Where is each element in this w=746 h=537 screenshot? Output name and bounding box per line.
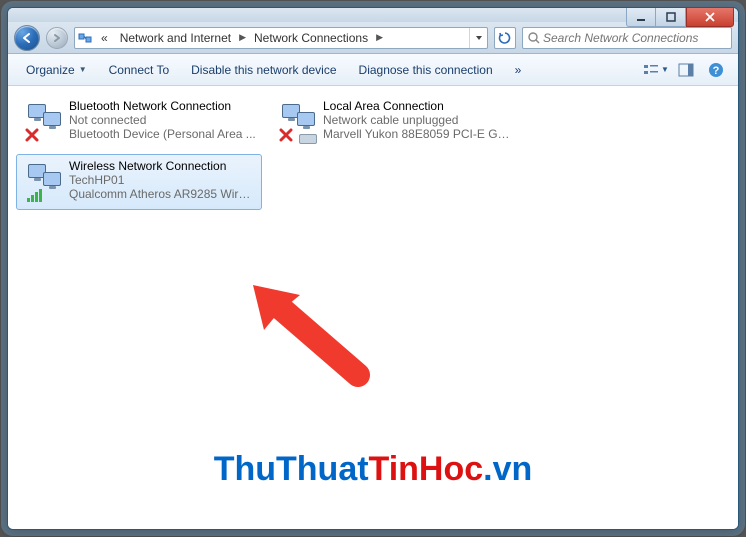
watermark-part1: ThuThuat [214, 450, 369, 488]
view-options-button[interactable]: ▼ [642, 58, 670, 82]
command-bar: Organize ▼ Connect To Disable this netwo… [8, 54, 738, 86]
back-button[interactable] [14, 25, 40, 51]
chevron-down-icon: ▼ [661, 65, 669, 74]
organize-menu[interactable]: Organize ▼ [16, 59, 97, 81]
forward-button[interactable] [46, 27, 68, 49]
connection-status: TechHP01 [69, 173, 257, 187]
network-adapter-icon [21, 159, 69, 205]
disable-device-button[interactable]: Disable this network device [181, 59, 346, 81]
overflow-menu[interactable]: » [505, 59, 532, 81]
connection-device: Marvell Yukon 88E8059 PCI-E Gig... [323, 127, 511, 141]
search-icon [527, 31, 541, 45]
minimize-button[interactable] [626, 7, 656, 27]
search-box[interactable] [522, 27, 732, 49]
cable-icon [299, 134, 317, 144]
connection-name: Bluetooth Network Connection [69, 99, 257, 113]
content-area[interactable]: Bluetooth Network ConnectionNot connecte… [8, 86, 738, 529]
connection-device: Qualcomm Atheros AR9285 Wirel... [69, 187, 257, 201]
search-input[interactable] [541, 30, 727, 46]
close-button[interactable] [686, 7, 734, 27]
chevron-right-icon: ▶ [374, 32, 385, 43]
unplugged-overlay-icon [279, 128, 293, 142]
explorer-window: « Network and Internet ▶ Network Connect… [7, 7, 739, 530]
organize-label: Organize [26, 63, 75, 77]
address-dropdown[interactable] [469, 28, 487, 48]
watermark-part2: TinHoc [369, 450, 484, 488]
watermark: ThuThuatTinHoc.vn [8, 450, 738, 489]
breadcrumb-current[interactable]: Network Connections [248, 31, 374, 45]
annotation-arrow [248, 280, 378, 390]
help-button[interactable]: ? [702, 58, 730, 82]
connections-list: Bluetooth Network ConnectionNot connecte… [14, 92, 732, 212]
breadcrumb[interactable]: « Network and Internet ▶ Network Connect… [95, 28, 469, 48]
connection-name: Wireless Network Connection [69, 159, 257, 173]
breadcrumb-parent[interactable]: Network and Internet [114, 31, 237, 45]
connection-status: Network cable unplugged [323, 113, 511, 127]
connection-item[interactable]: Wireless Network ConnectionTechHP01Qualc… [16, 154, 262, 210]
network-adapter-icon [21, 99, 69, 145]
watermark-part3: .vn [483, 450, 532, 488]
connection-item[interactable]: Local Area ConnectionNetwork cable unplu… [270, 94, 516, 150]
location-icon [75, 30, 95, 46]
chevron-down-icon: ▼ [79, 65, 87, 74]
diagnose-connection-button[interactable]: Diagnose this connection [349, 59, 503, 81]
connection-name: Local Area Connection [323, 99, 511, 113]
network-adapter-icon [275, 99, 323, 145]
maximize-button[interactable] [656, 7, 686, 27]
signal-strength-icon [27, 189, 42, 202]
preview-pane-button[interactable] [672, 58, 700, 82]
connection-device: Bluetooth Device (Personal Area ... [69, 127, 257, 141]
chevron-right-icon: ▶ [237, 32, 248, 43]
disabled-overlay-icon [25, 128, 39, 142]
refresh-button[interactable] [494, 27, 516, 49]
breadcrumb-prefix[interactable]: « [95, 31, 114, 45]
caption-buttons [626, 7, 734, 27]
connect-to-button[interactable]: Connect To [99, 59, 180, 81]
address-bar[interactable]: « Network and Internet ▶ Network Connect… [74, 27, 488, 49]
connection-item[interactable]: Bluetooth Network ConnectionNot connecte… [16, 94, 262, 150]
svg-text:?: ? [713, 65, 720, 77]
connection-status: Not connected [69, 113, 257, 127]
titlebar[interactable] [8, 8, 738, 22]
